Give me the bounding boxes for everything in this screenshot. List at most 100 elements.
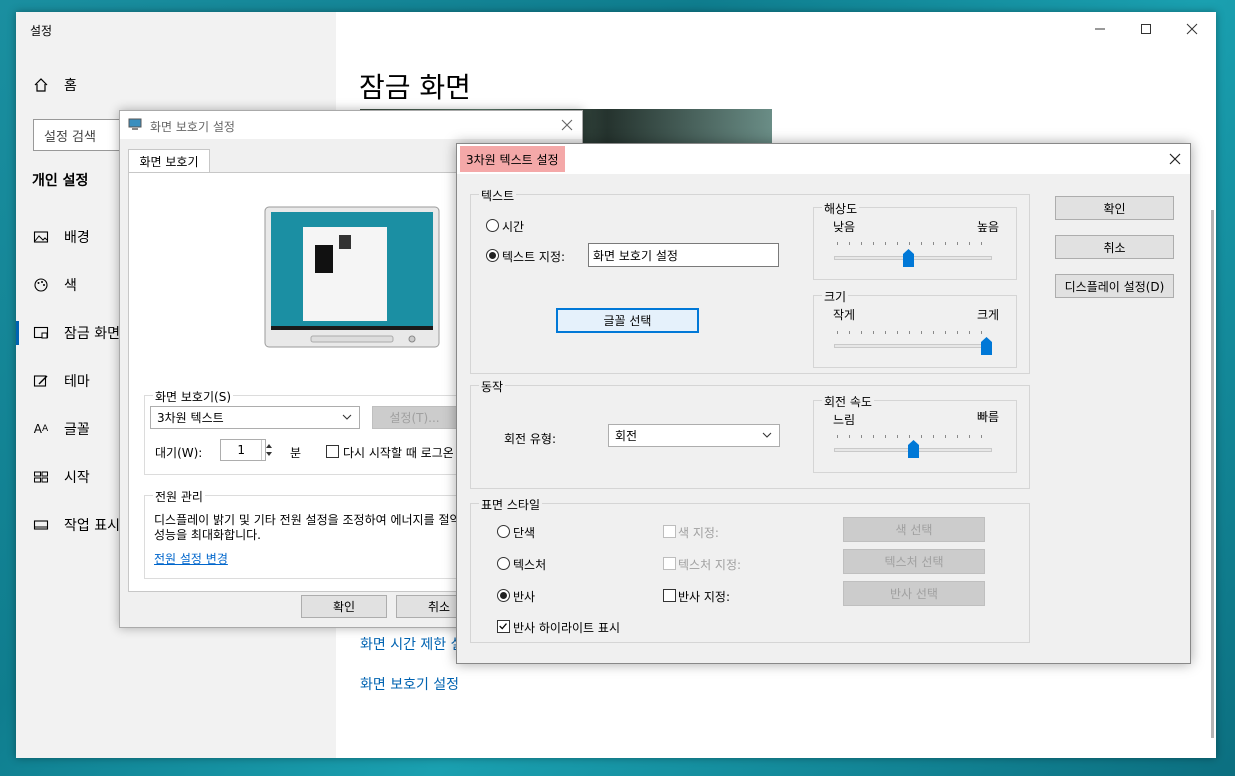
nav-lock-screen[interactable]: 잠금 화면 [32,321,120,345]
dialog-title: 3차원 텍스트 설정 [460,146,565,172]
scrollbar[interactable] [1211,210,1214,738]
nav-fonts[interactable]: AA 글꼴 [32,417,90,441]
resume-logon-checkbox[interactable] [326,445,339,458]
radio-custom-text[interactable] [486,249,499,262]
size-track[interactable] [834,344,992,348]
res-high-label: 높음 [977,220,1000,234]
tab-screensaver[interactable]: 화면 보호기 [128,149,210,173]
maximize-icon [1141,24,1151,34]
radio-custom-label: 텍스트 지정: [502,250,566,264]
screensaver-app-icon [128,117,142,131]
radio-solid[interactable] [497,525,510,538]
taskbar-icon [32,516,50,534]
nav-themes[interactable]: 테마 [32,369,90,393]
size-small-label: 작게 [833,308,856,322]
picture-icon [32,228,50,246]
screensaver-settings-link[interactable]: 화면 보호기 설정 [360,674,459,694]
resume-logon-label: 다시 시작할 때 로그온 화면 표시 [343,446,453,460]
selected-value: 3차원 텍스트 [157,411,224,425]
size-ticks [837,331,993,334]
highlight-checkbox[interactable] [497,620,510,633]
power-description-2: 성능을 최대화합니다. [154,528,261,542]
font-select-button[interactable]: 글꼴 선택 [556,308,699,333]
brush-icon [32,372,50,390]
dialog-close-button[interactable] [560,118,574,132]
radio-texture[interactable] [497,557,510,570]
spin-buttons[interactable] [261,440,275,460]
nav-label: 배경 [64,230,90,246]
active-indicator [16,321,19,345]
group-label: 크기 [822,288,849,305]
screensaver-settings-button[interactable]: 설정(T)... [372,406,457,429]
cancel-button[interactable]: 취소 [1055,235,1174,259]
selected-value: 회전 [615,429,638,443]
nav-start[interactable]: 시작 [32,465,90,489]
home-icon [32,76,50,94]
minimize-button[interactable] [1077,12,1123,46]
speed-slow-label: 느림 [833,413,856,427]
nav-label: 테마 [64,374,90,390]
power-settings-link[interactable]: 전원 설정 변경 [154,550,228,567]
close-button[interactable] [1169,12,1215,46]
color-pick-label: 색 지정: [678,526,719,540]
radio-time[interactable] [486,219,499,232]
reflection-pick-label: 반사 지정: [678,590,731,604]
radio-reflection-label: 반사 [513,590,536,604]
speed-ticks [837,435,993,438]
lock-screen-icon [32,324,50,342]
font-icon: AA [33,422,49,436]
color-pick-checkbox[interactable] [663,525,676,538]
rotation-type-label: 회전 유형: [504,432,557,446]
nav-colors[interactable]: 색 [32,273,77,297]
dialog-titlebar [457,144,1190,174]
res-low-label: 낮음 [833,220,856,234]
radio-time-label: 시간 [502,220,525,234]
nav-home[interactable]: 홈 [32,73,77,97]
group-label: 화면 보호기(S) [153,388,233,405]
radio-reflection[interactable] [497,589,510,602]
radio-texture-label: 텍스처 [513,558,547,572]
group-label: 해상도 [822,200,860,217]
group-label: 회전 속도 [822,393,874,410]
screensaver-select[interactable]: 3차원 텍스트 [150,406,360,429]
color-select-button[interactable]: 색 선택 [843,517,985,542]
custom-text-input[interactable]: 화면 보호기 설정 [588,243,779,267]
reflection-pick-checkbox[interactable] [663,589,676,602]
rotation-type-select[interactable]: 회전 [608,424,780,447]
ok-button[interactable]: 확인 [301,595,387,618]
monitor-preview [263,205,441,353]
nav-label: 색 [64,278,77,294]
maximize-button[interactable] [1123,12,1169,46]
nav-home-label: 홈 [64,78,77,94]
texture-pick-label: 텍스처 지정: [678,558,742,572]
texture-select-button[interactable]: 텍스처 선택 [843,549,985,574]
group-label: 텍스트 [479,187,517,204]
minimize-icon [1095,28,1105,30]
wait-stepper[interactable]: 1 [220,439,266,461]
resolution-slider-thumb[interactable] [903,249,915,267]
radio-solid-label: 단색 [513,526,536,540]
size-slider-thumb[interactable] [981,337,992,355]
reflection-select-button[interactable]: 반사 선택 [843,581,985,606]
3d-text-dialog: 3차원 텍스트 설정 텍스트 시간 텍스트 지정: 화면 보호기 설정 글꼴 선… [456,143,1191,664]
palette-icon [32,276,50,294]
dialog-title: 화면 보호기 설정 [150,120,235,134]
ok-button[interactable]: 확인 [1055,196,1174,220]
wait-value: 1 [237,443,245,457]
chevron-down-icon [762,432,772,438]
checkmark-icon [499,623,507,630]
close-icon [561,119,573,131]
nav-background[interactable]: 배경 [32,225,90,249]
nav-label: 글꼴 [64,422,90,438]
nav-taskbar[interactable]: 작업 표시줄 [32,513,133,537]
nav-label: 시작 [64,470,90,486]
close-icon [1169,153,1181,165]
close-icon [1186,23,1198,35]
texture-pick-checkbox[interactable] [663,557,676,570]
section-heading: 개인 설정 [32,173,89,189]
size-large-label: 크게 [977,308,1000,322]
display-settings-button[interactable]: 디스플레이 설정(D) [1055,274,1174,298]
wait-label: 대기(W): [155,446,203,460]
dialog-close-button[interactable] [1168,152,1182,166]
speed-slider-thumb[interactable] [907,440,919,458]
